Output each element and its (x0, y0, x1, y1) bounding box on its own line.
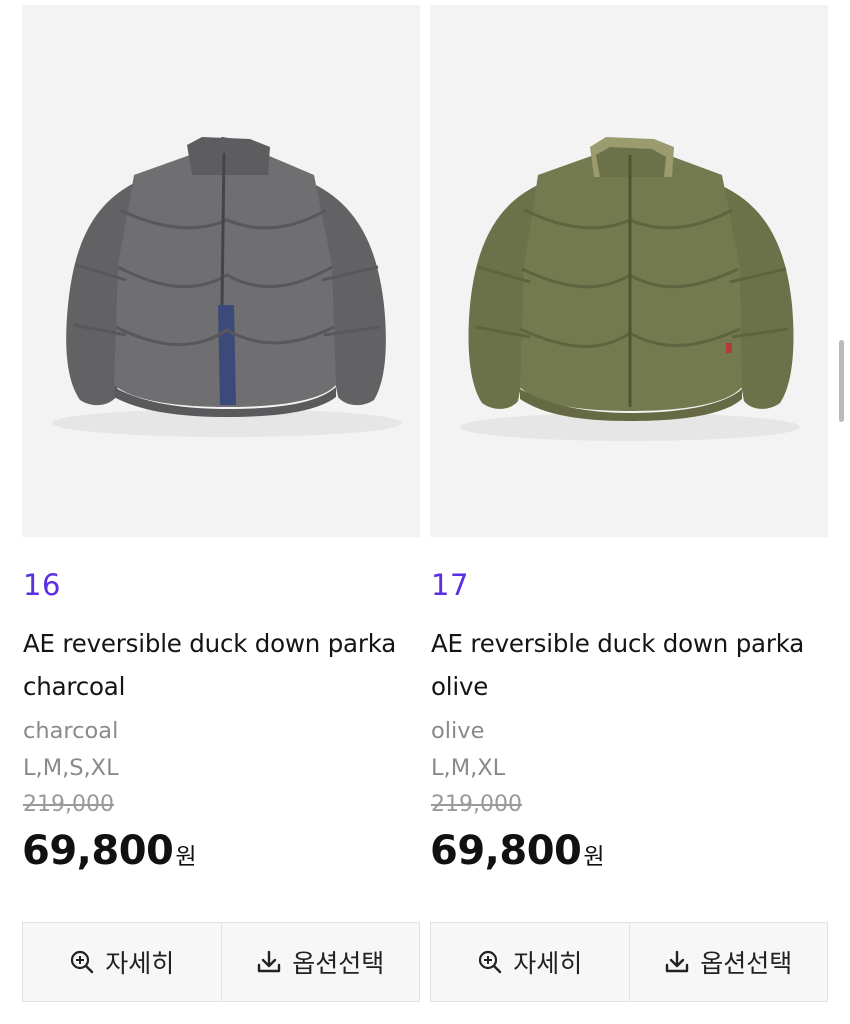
option-select-label: 옵션선택 (700, 949, 793, 978)
download-icon (258, 950, 281, 973)
detail-button[interactable]: 자세히 (431, 923, 629, 1001)
product-color: charcoal (23, 718, 119, 744)
detail-button-label: 자세히 (513, 949, 583, 978)
product-title[interactable]: AE reversible duck down parka charcoal (23, 622, 419, 708)
product-image[interactable] (430, 5, 828, 537)
scrollbar[interactable] (839, 340, 844, 422)
sale-price: 69,800 원 (430, 828, 605, 874)
option-select-button[interactable]: 옵션선택 (628, 923, 828, 1001)
product-title[interactable]: AE reversible duck down parka olive (431, 622, 827, 708)
currency-label: 원 (583, 844, 605, 870)
detail-button-label: 자세히 (105, 949, 175, 978)
product-image[interactable] (22, 5, 420, 537)
product-sizes: L,M,S,XL (23, 755, 119, 781)
detail-button[interactable]: 자세히 (23, 923, 221, 1001)
original-price: 219,000 (23, 792, 114, 817)
product-actions: 자세히 옵션선택 (430, 922, 828, 1002)
product-rank: 17 (431, 568, 469, 602)
option-select-label: 옵션선택 (292, 949, 385, 978)
download-icon (666, 950, 689, 973)
currency-label: 원 (175, 844, 197, 870)
sale-price-value: 69,800 (430, 828, 582, 874)
original-price: 219,000 (431, 792, 522, 817)
product-actions: 자세히 옵션선택 (22, 922, 420, 1002)
charcoal-down-jacket-image (52, 137, 402, 437)
sale-price-value: 69,800 (22, 828, 174, 874)
product-color: olive (431, 718, 485, 744)
product-sizes: L,M,XL (431, 755, 506, 781)
option-select-button[interactable]: 옵션선택 (220, 923, 420, 1001)
product-grid: 16 AE reversible duck down parka charcoa… (0, 0, 850, 1024)
zoom-in-icon (479, 950, 502, 974)
product-rank: 16 (23, 568, 61, 602)
zoom-in-icon (71, 950, 94, 974)
sale-price: 69,800 원 (22, 828, 197, 874)
olive-down-jacket-image (460, 137, 800, 441)
